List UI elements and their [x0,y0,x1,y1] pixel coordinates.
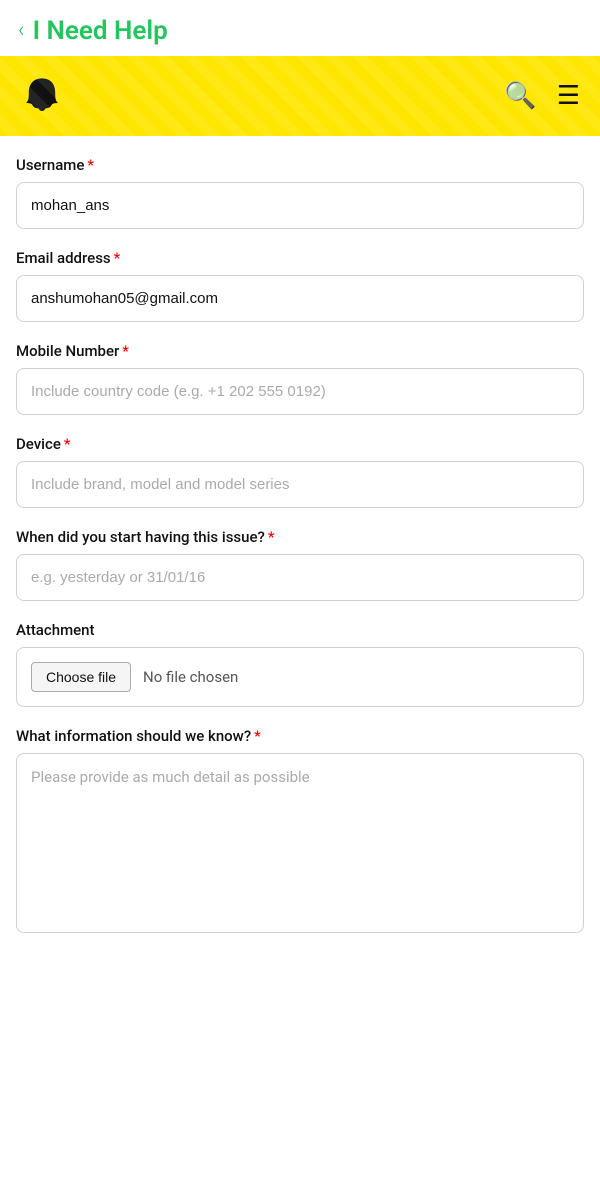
search-icon[interactable]: 🔍 [504,81,536,111]
email-required: * [114,249,121,267]
menu-icon[interactable]: ☰ [557,81,580,111]
mobile-field-group: Mobile Number * [16,342,584,415]
mobile-required: * [122,342,129,360]
device-field-group: Device * [16,435,584,508]
attachment-label: Attachment [16,621,584,639]
username-input[interactable] [16,182,584,229]
device-required: * [64,435,71,453]
page-title: I Need Help [33,16,168,46]
issue-date-field-group: When did you start having this issue? * [16,528,584,601]
attachment-field-group: Attachment Choose file No file chosen [16,621,584,707]
mobile-label: Mobile Number * [16,342,584,360]
back-nav: ‹ I Need Help [0,0,600,56]
choose-file-button[interactable]: Choose file [31,662,131,692]
help-form: Username * Email address * Mobile Number… [0,136,600,977]
info-textarea[interactable] [16,753,584,933]
username-field-group: Username * [16,156,584,229]
attachment-box: Choose file No file chosen [16,647,584,707]
snapchat-banner: 🔍 ☰ [0,56,600,136]
email-input[interactable] [16,275,584,322]
back-arrow-icon[interactable]: ‹ [18,20,25,42]
issue-date-input[interactable] [16,554,584,601]
no-file-text: No file chosen [143,668,238,686]
info-field-group: What information should we know? * [16,727,584,937]
snapchat-ghost-icon [20,74,64,118]
email-label: Email address * [16,249,584,267]
device-input[interactable] [16,461,584,508]
device-label: Device * [16,435,584,453]
banner-actions: 🔍 ☰ [504,81,580,111]
username-label: Username * [16,156,584,174]
info-label: What information should we know? * [16,727,584,745]
email-field-group: Email address * [16,249,584,322]
username-required: * [87,156,94,174]
issue-date-required: * [268,528,275,546]
info-required: * [254,727,261,745]
issue-date-label: When did you start having this issue? * [16,528,584,546]
mobile-input[interactable] [16,368,584,415]
